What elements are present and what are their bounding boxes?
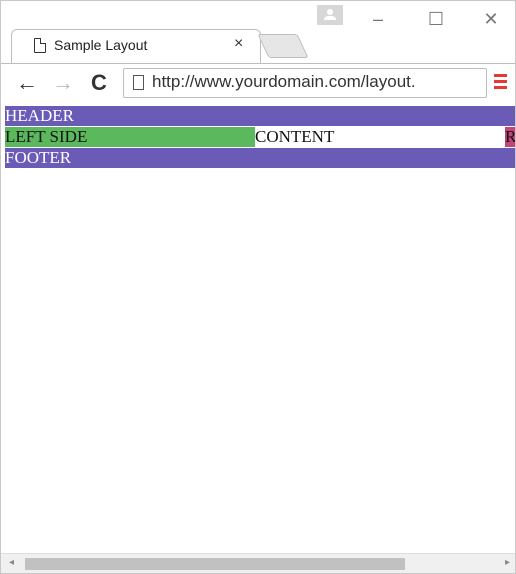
- tab-title: Sample Layout: [54, 37, 148, 53]
- forward-arrow-icon[interactable]: →: [51, 70, 75, 96]
- left-side-text: LEFT SIDE: [5, 127, 88, 146]
- horizontal-scrollbar[interactable]: ◂ ▸: [1, 553, 515, 573]
- scroll-left-icon[interactable]: ◂: [9, 557, 14, 568]
- address-bar[interactable]: http://www.yourdomain.com/layout.: [123, 68, 487, 98]
- tab-close-button[interactable]: ×: [234, 35, 243, 53]
- scrollbar-thumb[interactable]: [25, 558, 405, 570]
- page-footer: FOOTER: [5, 148, 515, 168]
- maximize-button[interactable]: ☐: [416, 5, 456, 33]
- url-text[interactable]: http://www.yourdomain.com/layout.: [152, 72, 416, 92]
- profile-head: [327, 9, 333, 15]
- browser-toolbar: ← → C http://www.yourdomain.com/layout.: [1, 63, 515, 104]
- left-side: LEFT SIDE: [5, 127, 255, 147]
- tab-sample-layout[interactable]: Sample Layout ×: [11, 29, 261, 63]
- reload-icon[interactable]: C: [87, 70, 111, 96]
- profile-body: [324, 16, 336, 20]
- page-icon: [34, 38, 46, 53]
- close-window-button[interactable]: ✕: [471, 5, 511, 33]
- footer-text: FOOTER: [5, 148, 72, 167]
- minimize-button[interactable]: –: [358, 5, 398, 33]
- content-text: CONTENT: [255, 127, 335, 146]
- page-middle-row: LEFT SIDE CONTENT R: [5, 127, 515, 147]
- title-bar: Sample Layout × – ☐ ✕: [1, 1, 515, 63]
- browser-window: Sample Layout × – ☐ ✕ ← → C http://www.y…: [0, 0, 516, 574]
- right-side: R: [505, 127, 515, 147]
- page-header: HEADER: [5, 106, 515, 126]
- right-side-text: R: [505, 127, 515, 146]
- menu-icon[interactable]: [494, 74, 510, 92]
- page-icon: [133, 75, 144, 90]
- header-text: HEADER: [5, 106, 74, 125]
- back-arrow-icon[interactable]: ←: [15, 70, 39, 96]
- content-area: CONTENT: [255, 127, 505, 147]
- profile-icon[interactable]: [317, 5, 343, 25]
- new-tab-button[interactable]: [257, 34, 309, 58]
- page-viewport: HEADER LEFT SIDE CONTENT R FOOTER: [1, 103, 515, 553]
- scroll-right-icon[interactable]: ▸: [505, 557, 510, 568]
